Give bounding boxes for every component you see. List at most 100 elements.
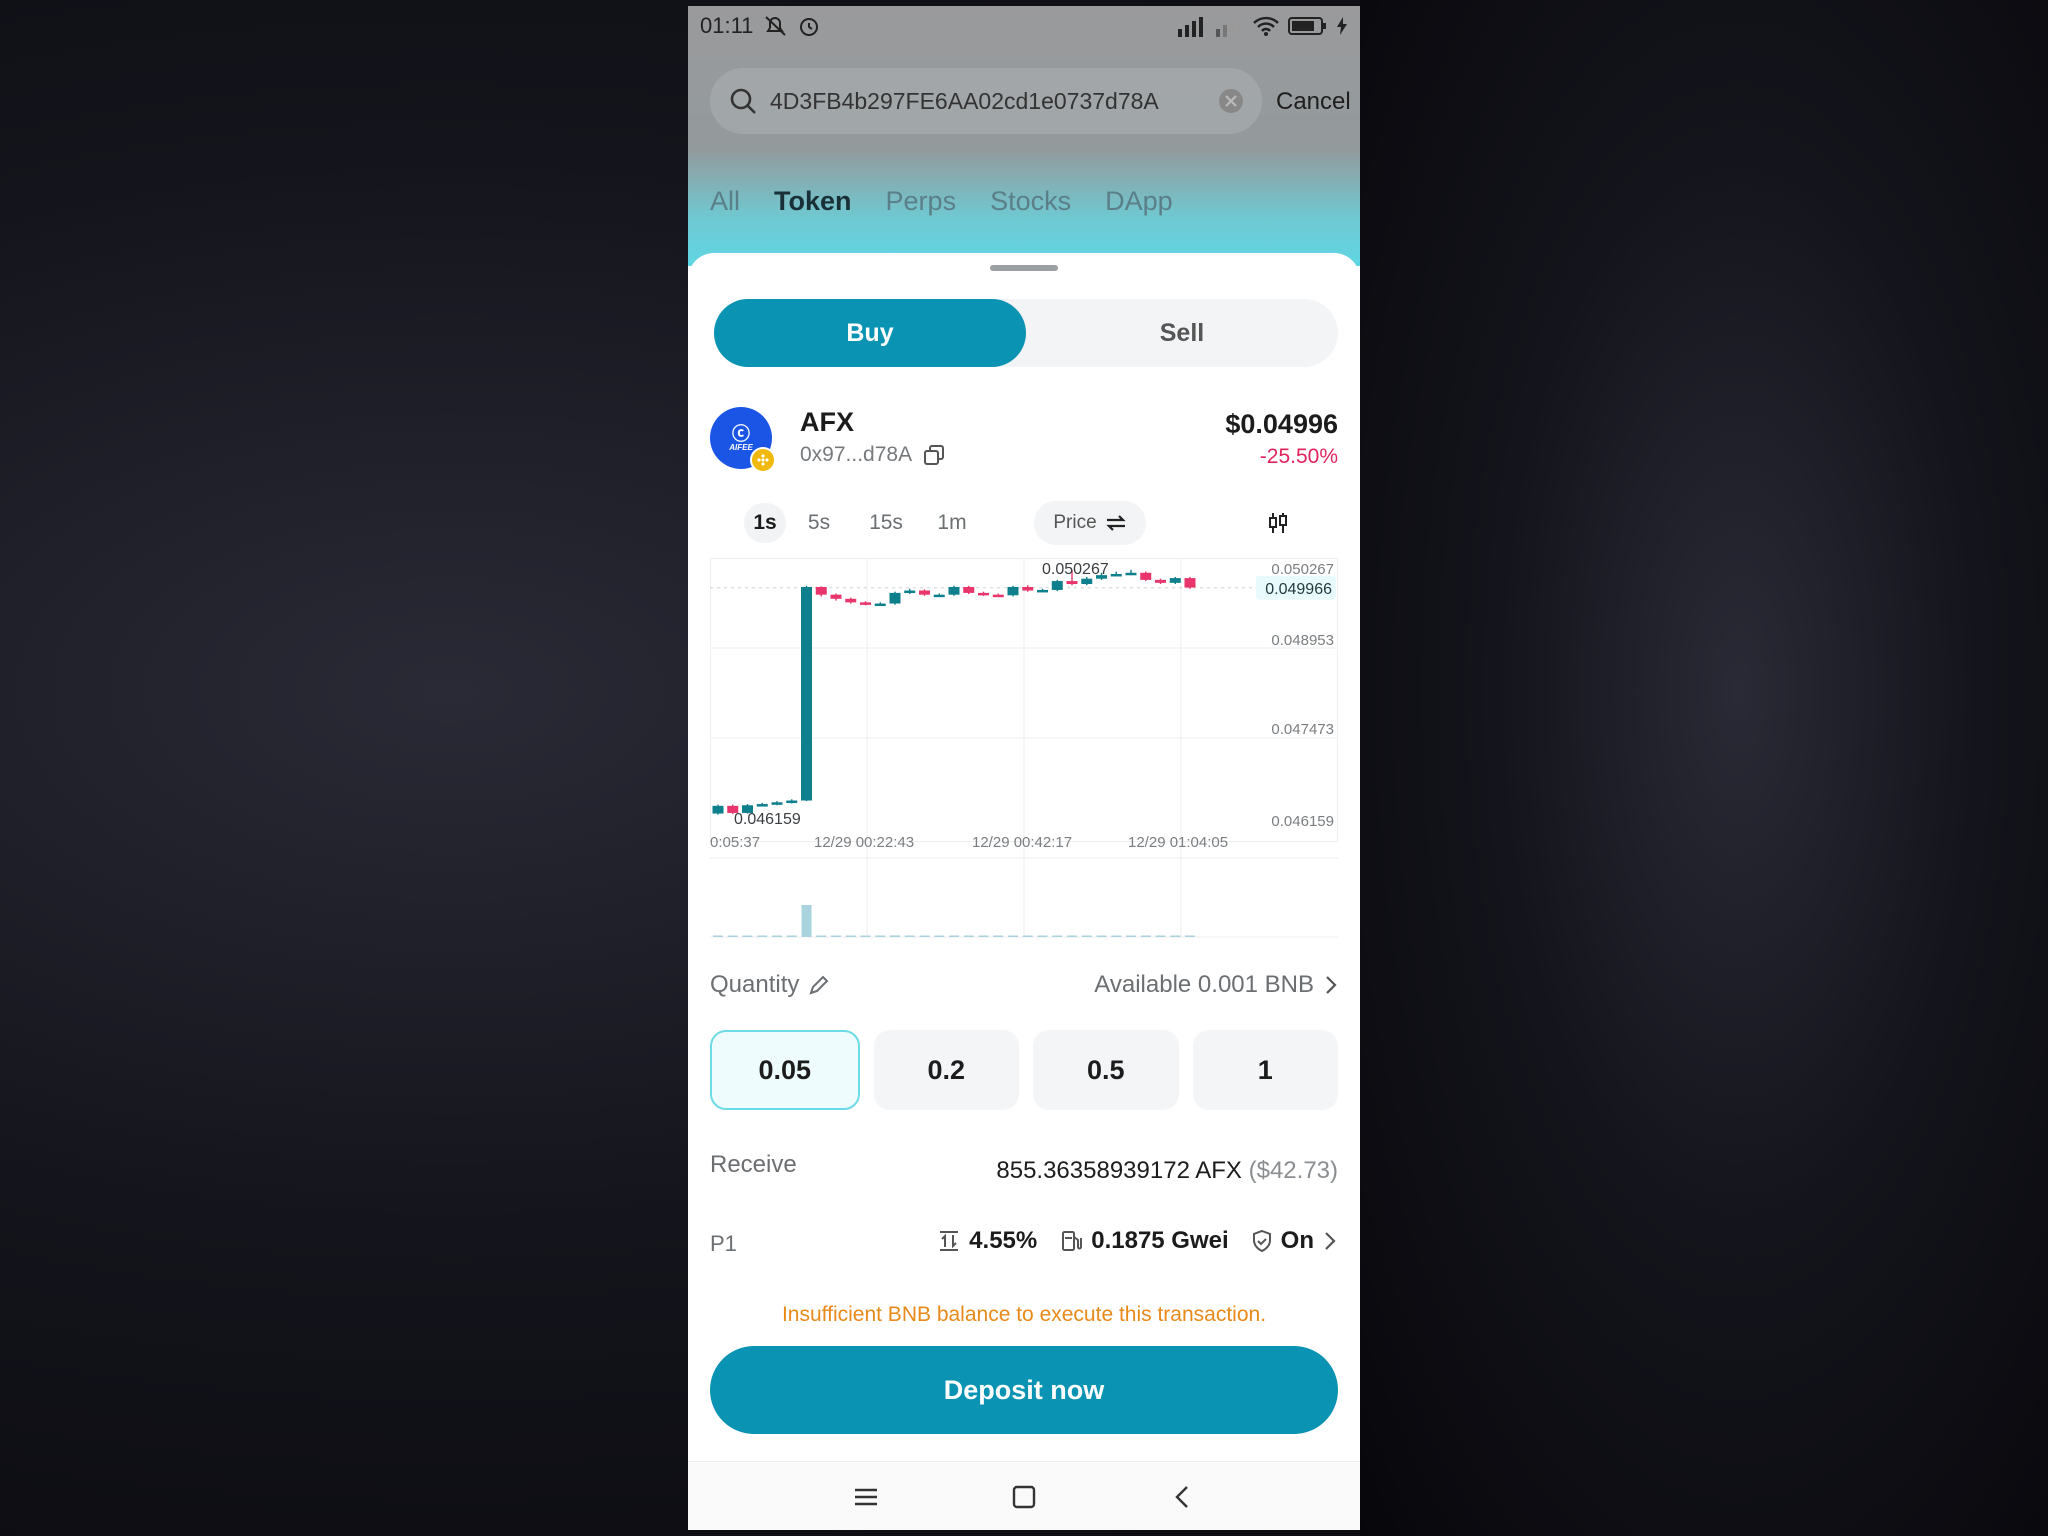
battery-icon bbox=[1288, 16, 1328, 36]
quantity-chip[interactable]: 0.5 bbox=[1033, 1030, 1179, 1110]
candle bbox=[1110, 573, 1122, 577]
charging-icon bbox=[1336, 16, 1348, 36]
price-chart[interactable]: 0.050267 0.048953 0.047473 0.046159 0.049966… bbox=[710, 558, 1338, 938]
low-price-label: 0.046159 bbox=[734, 811, 801, 828]
home-icon[interactable] bbox=[1004, 1482, 1044, 1512]
sell-button[interactable]: Sell bbox=[1026, 299, 1338, 367]
candle bbox=[756, 804, 768, 807]
volume-bar bbox=[742, 935, 753, 937]
copy-icon[interactable] bbox=[922, 443, 946, 467]
token-name: AFX bbox=[800, 407, 854, 437]
candle bbox=[1007, 586, 1019, 596]
phone-screen: 01:11 4D3FB4b297FE6AA02cd1e0737d78A Canc… bbox=[688, 6, 1360, 1530]
quantity-chip[interactable]: 0.05 bbox=[710, 1030, 860, 1110]
available-balance[interactable]: Available 0.001 BNB bbox=[1094, 971, 1338, 999]
interval-1s[interactable]: 1s bbox=[744, 503, 786, 543]
candlestick-icon[interactable] bbox=[1258, 503, 1298, 543]
interval-15s[interactable]: 15s bbox=[862, 503, 910, 543]
insufficient-balance-warning: Insufficient BNB balance to execute this… bbox=[781, 1303, 1267, 1326]
price-mcap-toggle[interactable]: Price bbox=[1034, 501, 1146, 545]
token-logo-glyph: ⓒ bbox=[732, 423, 750, 444]
volume-bar bbox=[1037, 935, 1048, 937]
slippage-icon bbox=[937, 1229, 961, 1253]
quantity-presets: 0.05 0.2 0.5 1 bbox=[710, 1030, 1338, 1110]
interval-5s[interactable]: 5s bbox=[798, 503, 840, 543]
volume-bar bbox=[772, 935, 782, 937]
cancel-button[interactable]: Cancel bbox=[1276, 88, 1351, 116]
candle bbox=[963, 586, 975, 593]
volume-bar bbox=[949, 935, 959, 937]
volume-bar bbox=[816, 935, 827, 937]
candle bbox=[933, 594, 945, 598]
candle bbox=[992, 594, 1004, 598]
tab-stocks[interactable]: Stocks bbox=[990, 186, 1071, 217]
tab-token[interactable]: Token bbox=[774, 186, 852, 217]
y-axis-label: 0.048953 bbox=[1271, 632, 1334, 649]
candle bbox=[860, 602, 871, 605]
swap-icon bbox=[1105, 513, 1127, 533]
clear-icon[interactable] bbox=[1218, 88, 1244, 114]
candle bbox=[919, 590, 930, 595]
candle bbox=[978, 592, 989, 596]
tab-dapp[interactable]: DApp bbox=[1105, 186, 1173, 217]
candle bbox=[1184, 578, 1196, 588]
interval-1m[interactable]: 1m bbox=[930, 503, 974, 543]
chevron-right-icon bbox=[1324, 974, 1338, 996]
buy-button[interactable]: Buy bbox=[714, 299, 1026, 367]
status-time: 01:11 bbox=[700, 13, 754, 38]
candle bbox=[1066, 581, 1078, 585]
volume-bar bbox=[1022, 935, 1033, 937]
edit-icon[interactable] bbox=[807, 973, 831, 997]
trade-sheet: Buy Sell ⓒ AIFEE AFX 0x97...d78A $0.0499… bbox=[688, 253, 1360, 1466]
candle bbox=[889, 592, 901, 604]
token-logo-text: AIFEE bbox=[729, 442, 753, 452]
back-icon[interactable] bbox=[1162, 1482, 1202, 1512]
search-tabs: All Token Perps Stocks DApp bbox=[710, 186, 1173, 217]
gas-icon bbox=[1059, 1229, 1083, 1253]
search-input[interactable]: 4D3FB4b297FE6AA02cd1e0737d78A bbox=[770, 88, 1218, 115]
quantity-chip[interactable]: 1 bbox=[1192, 1030, 1338, 1110]
candle bbox=[845, 598, 857, 603]
candle bbox=[1037, 589, 1048, 593]
x-axis-label: 12/29 00:22:43 bbox=[814, 834, 914, 851]
volume-bar bbox=[1126, 935, 1136, 937]
volume-bar bbox=[801, 905, 812, 937]
candle bbox=[801, 586, 812, 801]
volume-bar bbox=[860, 935, 871, 937]
sheet-handle[interactable] bbox=[990, 265, 1058, 271]
protection-value: On bbox=[1280, 1227, 1314, 1254]
receive-row: Receive 855.36358939172 AFX ($42.73) bbox=[710, 1151, 1338, 1191]
quantity-row: Quantity Available 0.001 BNB bbox=[710, 971, 1338, 1007]
available-text: Available 0.001 BNB bbox=[1094, 971, 1314, 998]
candle bbox=[1081, 578, 1093, 585]
volume-bar bbox=[1140, 935, 1151, 937]
volume-bar bbox=[1081, 935, 1092, 937]
wifi-icon bbox=[1252, 15, 1280, 37]
bnb-chain-icon bbox=[750, 447, 776, 473]
alarm-icon bbox=[797, 14, 821, 38]
price-toggle-label: Price bbox=[1053, 512, 1097, 533]
deposit-now-button[interactable]: Deposit now bbox=[710, 1346, 1338, 1434]
menu-icon[interactable] bbox=[846, 1482, 886, 1512]
y-axis-label: 0.046159 bbox=[1271, 813, 1334, 830]
settings-values: 4.55% 0.1875 Gwei On bbox=[937, 1227, 1338, 1255]
signal-icon bbox=[1176, 15, 1206, 37]
volume-bar bbox=[1096, 935, 1107, 937]
candle bbox=[1155, 579, 1166, 583]
volume-bar bbox=[1185, 935, 1195, 937]
token-address: 0x97...d78A bbox=[800, 443, 913, 466]
volume-bar bbox=[831, 935, 841, 937]
search-bar[interactable]: 4D3FB4b297FE6AA02cd1e0737d78A bbox=[710, 68, 1262, 134]
settings-label: P1 bbox=[710, 1231, 737, 1256]
system-nav-bar bbox=[688, 1461, 1360, 1530]
candle bbox=[1051, 581, 1063, 590]
x-axis-label: 0:05:37 bbox=[710, 834, 760, 851]
candle bbox=[948, 586, 960, 595]
quantity-chip[interactable]: 0.2 bbox=[873, 1030, 1019, 1110]
current-price-label: 0.049966 bbox=[1265, 581, 1332, 598]
tab-all[interactable]: All bbox=[710, 186, 740, 217]
tab-perps[interactable]: Perps bbox=[886, 186, 957, 217]
gas-value: 0.1875 Gwei bbox=[1091, 1227, 1229, 1254]
trade-settings-row[interactable]: P1 4.55% 0.1875 Gwei On bbox=[710, 1227, 1338, 1267]
volume-bar bbox=[934, 935, 945, 937]
